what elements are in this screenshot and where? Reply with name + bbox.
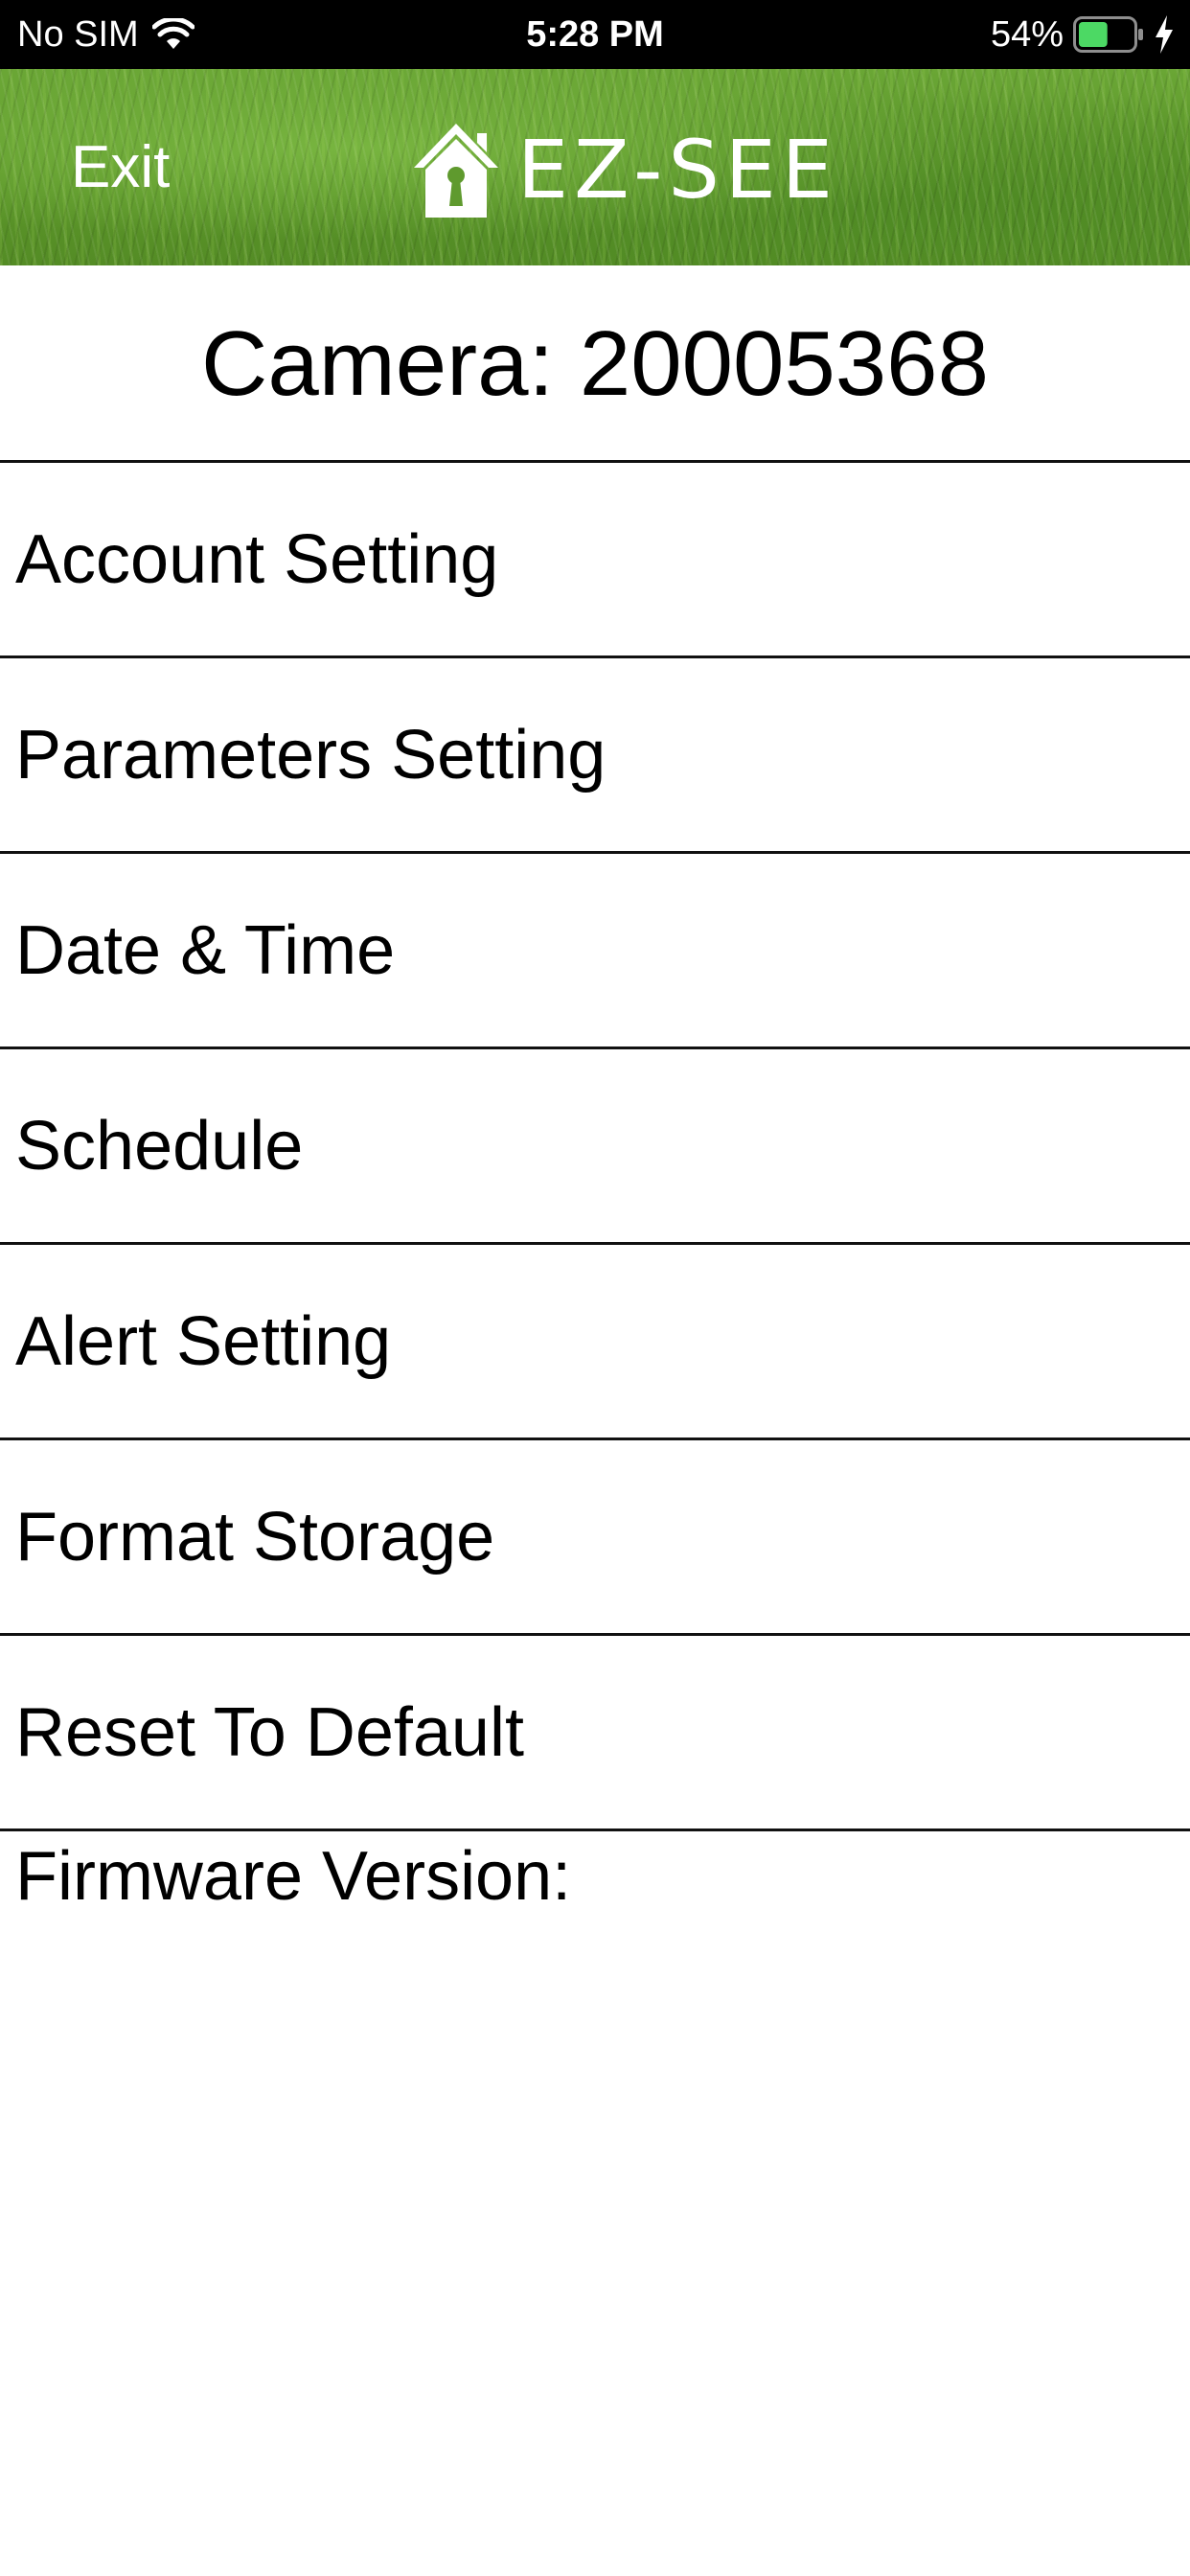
battery-percent: 54% [990,13,1064,55]
settings-menu: Account Setting Parameters Setting Date … [0,463,1190,1831]
menu-item-format-storage[interactable]: Format Storage [0,1440,1190,1636]
status-right: 54% [991,0,1175,69]
logo-text: EZ-SEE [517,123,838,217]
battery-fill [1079,22,1108,47]
menu-item-alert-setting[interactable]: Alert Setting [0,1245,1190,1440]
menu-item-schedule[interactable]: Schedule [0,1049,1190,1245]
camera-title: Camera: 20005368 [0,265,1190,463]
menu-item-date-time[interactable]: Date & Time [0,854,1190,1049]
menu-item-account-setting[interactable]: Account Setting [0,463,1190,658]
status-bar: No SIM 5:28 PM 54% [0,0,1190,69]
exit-button[interactable]: Exit [71,69,170,265]
app-header: Exit EZ-SEE [0,69,1190,265]
firmware-version-label: Firmware Version: [15,1838,572,1915]
charging-bolt-icon [1156,15,1173,54]
app-logo: EZ-SEE [410,117,838,222]
house-keyhole-icon [414,124,498,218]
battery-icon [1073,16,1143,53]
menu-item-reset-to-default[interactable]: Reset To Default [0,1636,1190,1831]
menu-item-parameters-setting[interactable]: Parameters Setting [0,658,1190,854]
